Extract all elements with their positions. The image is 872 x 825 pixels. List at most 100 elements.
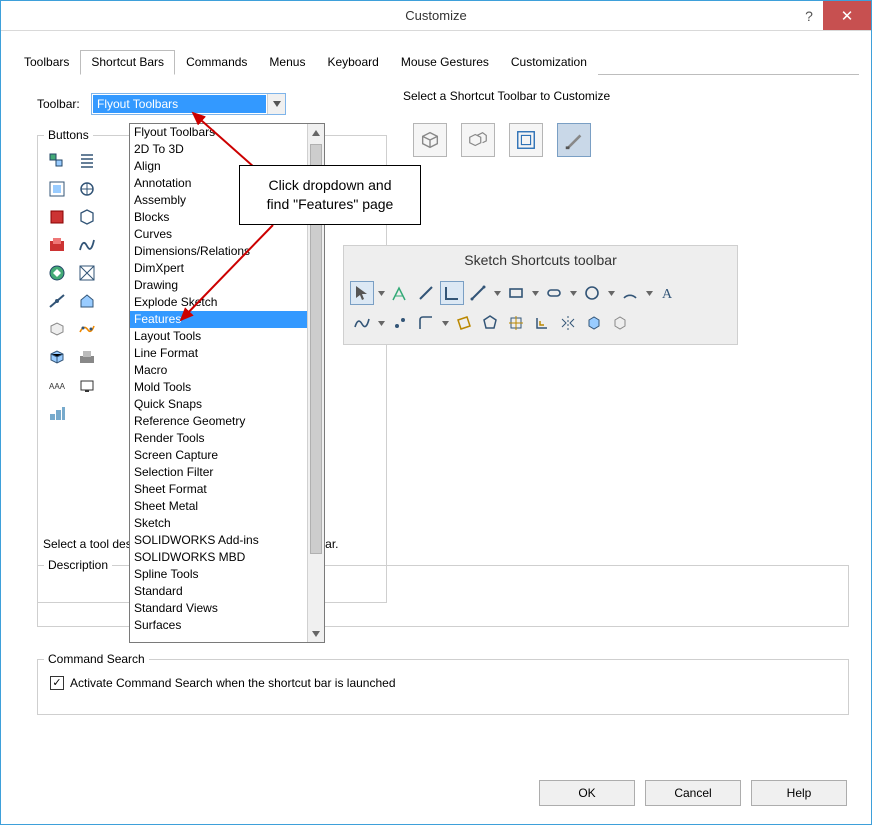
rectangle-tool-icon[interactable] [504, 281, 528, 305]
command-search-checkbox-label: Activate Command Search when the shortcu… [70, 676, 396, 690]
tool-icon[interactable] [76, 262, 98, 284]
chevron-down-icon[interactable] [644, 291, 654, 296]
command-search-label: Command Search [44, 652, 149, 666]
tool-icon[interactable] [46, 206, 68, 228]
dropdown-item[interactable]: Render Tools [130, 430, 307, 447]
cancel-button[interactable]: Cancel [645, 780, 741, 806]
dropdown-item[interactable]: Layout Tools [130, 328, 307, 345]
dropdown-item[interactable]: Sheet Format [130, 481, 307, 498]
dropdown-item[interactable]: Screen Capture [130, 447, 307, 464]
dropdown-item[interactable]: Selection Filter [130, 464, 307, 481]
tab-menus[interactable]: Menus [258, 50, 316, 75]
tool-icon[interactable] [76, 150, 98, 172]
dropdown-item[interactable]: Dimensions/Relations [130, 243, 307, 260]
chevron-down-icon[interactable] [376, 321, 386, 326]
dropdown-item[interactable]: Curves [130, 226, 307, 243]
tool-icon[interactable] [46, 402, 68, 424]
select-tool-icon[interactable] [350, 281, 374, 305]
shortcut-mode-drawing[interactable] [509, 123, 543, 157]
text-tool-icon[interactable]: A [656, 281, 680, 305]
tool-icon[interactable] [46, 262, 68, 284]
offset-entities-icon[interactable] [530, 311, 554, 335]
dropdown-item[interactable]: SOLIDWORKS MBD [130, 549, 307, 566]
dropdown-item[interactable]: 2D To 3D [130, 141, 307, 158]
tool-icon[interactable] [76, 206, 98, 228]
tool-icon[interactable] [76, 318, 98, 340]
chevron-down-icon[interactable] [530, 291, 540, 296]
callout-text: find "Features" page [252, 195, 408, 214]
line-tool-icon[interactable] [414, 281, 438, 305]
plane-tool-icon[interactable] [452, 311, 476, 335]
dropdown-item[interactable]: SOLIDWORKS Add-ins [130, 532, 307, 549]
command-search-checkbox[interactable]: ✓ [50, 676, 64, 690]
tool-icon[interactable] [46, 290, 68, 312]
help-icon[interactable]: ? [795, 1, 823, 30]
dropdown-item[interactable]: Flyout Toolbars [130, 124, 307, 141]
cube-tool-icon[interactable] [582, 311, 606, 335]
circle-tool-icon[interactable] [580, 281, 604, 305]
point-tool-icon[interactable] [388, 311, 412, 335]
scroll-down-icon[interactable] [308, 625, 324, 642]
line-tool-icon[interactable] [466, 281, 490, 305]
dropdown-item[interactable]: Standard [130, 583, 307, 600]
tool-icon[interactable] [76, 290, 98, 312]
shortcut-mode-assembly[interactable] [461, 123, 495, 157]
fillet-tool-icon[interactable] [414, 311, 438, 335]
tool-icon[interactable] [46, 150, 68, 172]
chevron-down-icon[interactable] [376, 291, 386, 296]
dropdown-item[interactable]: Surfaces [130, 617, 307, 634]
tool-icon[interactable] [46, 346, 68, 368]
spline-tool-icon[interactable] [350, 311, 374, 335]
ok-button[interactable]: OK [539, 780, 635, 806]
dropdown-item[interactable]: Macro [130, 362, 307, 379]
tool-icon[interactable]: AAA [46, 374, 68, 396]
mirror-entities-icon[interactable] [556, 311, 580, 335]
dropdown-item[interactable]: Explode Sketch [130, 294, 307, 311]
help-button[interactable]: Help [751, 780, 847, 806]
scroll-up-icon[interactable] [308, 124, 324, 141]
dropdown-item[interactable]: Drawing [130, 277, 307, 294]
toolbar-dropdown[interactable]: Flyout Toolbars [91, 93, 286, 115]
tool-icon[interactable] [46, 318, 68, 340]
dimension-tool-icon[interactable] [388, 281, 412, 305]
dropdown-item[interactable]: Quick Snaps [130, 396, 307, 413]
dropdown-item[interactable]: Sheet Metal [130, 498, 307, 515]
tab-commands[interactable]: Commands [175, 50, 258, 75]
chevron-down-icon[interactable] [606, 291, 616, 296]
tool-icon[interactable] [76, 346, 98, 368]
shortcut-mode-sketch[interactable] [557, 123, 591, 157]
convert-entities-icon[interactable] [504, 311, 528, 335]
tool-icon[interactable] [76, 178, 98, 200]
callout-text: Click dropdown and [252, 176, 408, 195]
dropdown-item[interactable]: Reference Geometry [130, 413, 307, 430]
dropdown-item[interactable]: Line Format [130, 345, 307, 362]
polygon-tool-icon[interactable] [478, 311, 502, 335]
dialog-footer: OK Cancel Help [539, 780, 847, 806]
dropdown-item[interactable]: Spline Tools [130, 566, 307, 583]
dropdown-item[interactable]: Sketch [130, 515, 307, 532]
chevron-down-icon[interactable] [568, 291, 578, 296]
chevron-down-icon[interactable] [440, 321, 450, 326]
chevron-down-icon[interactable] [267, 94, 285, 114]
close-icon[interactable]: ✕ [823, 1, 871, 30]
tab-shortcut-bars[interactable]: Shortcut Bars [80, 50, 175, 75]
chevron-down-icon[interactable] [492, 291, 502, 296]
cube-tool-icon[interactable] [608, 311, 632, 335]
tool-icon[interactable] [76, 234, 98, 256]
tool-icon[interactable] [46, 178, 68, 200]
svg-text:AAA: AAA [49, 382, 66, 391]
corner-rect-tool-icon[interactable] [440, 281, 464, 305]
tool-icon[interactable] [76, 374, 98, 396]
dropdown-item[interactable]: Standard Views [130, 600, 307, 617]
dropdown-item[interactable]: Features [130, 311, 307, 328]
dropdown-item[interactable]: Mold Tools [130, 379, 307, 396]
tab-mouse-gestures[interactable]: Mouse Gestures [390, 50, 500, 75]
slot-tool-icon[interactable] [542, 281, 566, 305]
shortcut-mode-part[interactable] [413, 123, 447, 157]
tab-customization[interactable]: Customization [500, 50, 598, 75]
tool-icon[interactable] [46, 234, 68, 256]
arc-tool-icon[interactable] [618, 281, 642, 305]
tab-keyboard[interactable]: Keyboard [316, 50, 389, 75]
dropdown-item[interactable]: DimXpert [130, 260, 307, 277]
tab-toolbars[interactable]: Toolbars [13, 50, 80, 75]
